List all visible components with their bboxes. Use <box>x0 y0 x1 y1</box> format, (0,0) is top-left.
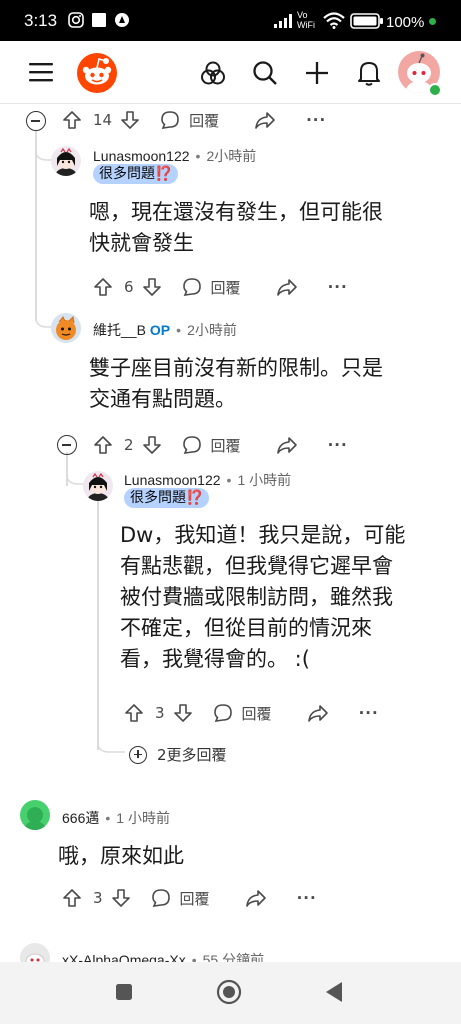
upvote-icon[interactable] <box>62 110 82 130</box>
notification-square-icon <box>92 13 106 27</box>
more-options-icon[interactable]: ··· <box>359 704 379 722</box>
comment-body: Dw，我知道！我只是說，可能 有點悲觀，但我覺得它遲早會 被付費牆或限制訪問，雖然我… <box>120 523 406 671</box>
share-icon[interactable] <box>276 435 298 455</box>
comment-header: 維托__B OP • 2小時前 <box>93 322 237 338</box>
more-replies-label: 2更多回覆 <box>157 746 227 764</box>
reply-icon[interactable] <box>151 888 171 908</box>
comment-action-bar: 3 回覆 ··· <box>62 883 317 913</box>
share-icon[interactable] <box>307 703 329 723</box>
system-navigation-bar <box>0 962 461 1024</box>
notifications-icon[interactable] <box>356 59 382 87</box>
back-icon[interactable] <box>324 981 344 1003</box>
username[interactable]: xX-AlphaOmega-Xx <box>62 952 186 962</box>
downvote-icon[interactable] <box>120 110 140 130</box>
app-bar <box>0 41 461 104</box>
collapse-thread-button[interactable] <box>57 435 77 455</box>
vote-count: 6 <box>124 278 134 296</box>
user-avatar[interactable] <box>83 471 113 501</box>
more-replies-link[interactable]: 2更多回覆 <box>129 744 227 765</box>
comment-header: Lunasmoon122 • 1 小時前 <box>124 472 292 488</box>
share-icon[interactable] <box>245 888 267 908</box>
thread-line <box>97 500 99 750</box>
downvote-icon[interactable] <box>142 277 162 297</box>
comment-body: 雙子座目前沒有新的限制。只是 交通有點問題。 <box>89 356 383 411</box>
more-options-icon[interactable]: ··· <box>306 111 326 129</box>
thread-branch <box>97 732 125 753</box>
status-time: 3:13 <box>24 11 58 30</box>
reply-icon[interactable] <box>213 703 233 723</box>
status-bar: 3:13 Vo WiFi 100% <box>0 0 461 41</box>
comment-action-bar: 2 回覆 ··· <box>93 430 348 460</box>
vowifi-label: Vo WiFi <box>297 10 315 30</box>
downvote-icon[interactable] <box>173 703 193 723</box>
home-icon[interactable] <box>216 979 242 1005</box>
share-icon[interactable] <box>276 277 298 297</box>
user-avatar[interactable] <box>51 146 81 176</box>
collapse-thread-button[interactable] <box>26 111 46 131</box>
recents-icon[interactable] <box>115 983 133 1001</box>
reddit-logo[interactable] <box>76 51 120 95</box>
battery-percent: 100% <box>386 14 425 31</box>
user-avatar[interactable] <box>20 800 50 830</box>
user-avatar[interactable] <box>51 313 81 343</box>
more-options-icon[interactable]: ··· <box>328 278 348 296</box>
comment-header: Lunasmoon122 • 2小時前 <box>93 148 257 164</box>
comment-body: 哦，原來如此 <box>58 844 184 868</box>
more-options-icon[interactable]: ··· <box>297 889 317 907</box>
wifi-icon <box>323 12 345 29</box>
instagram-icon <box>68 12 84 28</box>
comment-body: 嗯，現在還沒有發生，但可能很 快就會發生 <box>89 200 383 255</box>
upvote-icon[interactable] <box>62 888 82 908</box>
username[interactable]: 666邁 <box>62 810 99 826</box>
reply-icon[interactable] <box>182 435 202 455</box>
timestamp: 1 小時前 <box>237 472 292 488</box>
cellular-signal-icon <box>274 14 292 28</box>
comment-header: xX-AlphaOmega-Xx • 55 分鐘前 <box>62 950 264 962</box>
timestamp: 2小時前 <box>206 148 257 164</box>
comment-action-bar: 14 回覆 ··· <box>62 105 326 135</box>
battery-icon <box>350 13 383 29</box>
more-options-icon[interactable]: ··· <box>328 436 348 454</box>
comment-header: 666邁 • 1 小時前 <box>62 810 170 826</box>
user-flair: 很多問題⁉️ <box>124 488 210 508</box>
comment-action-bar: 3 回覆 ··· <box>124 698 379 728</box>
search-icon[interactable] <box>252 60 278 86</box>
timestamp: 1 小時前 <box>116 810 170 826</box>
upvote-icon[interactable] <box>93 435 113 455</box>
comment-action-bar: 6 回覆 ··· <box>93 272 348 302</box>
username[interactable]: Lunasmoon122 <box>124 472 221 488</box>
op-badge: OP <box>149 322 171 338</box>
reply-button[interactable]: 回覆 <box>211 435 241 456</box>
app-notification-icon <box>115 13 129 27</box>
online-indicator <box>428 83 442 97</box>
vote-count: 14 <box>93 111 113 129</box>
reply-icon[interactable] <box>160 110 180 130</box>
user-avatar[interactable] <box>20 943 50 962</box>
timestamp: 55 分鐘前 <box>202 952 265 962</box>
upvote-icon[interactable] <box>93 277 113 297</box>
create-icon[interactable] <box>304 60 330 86</box>
vote-count: 2 <box>124 436 134 454</box>
reply-button[interactable]: 回覆 <box>211 277 241 298</box>
menu-icon[interactable] <box>28 61 54 83</box>
username[interactable]: 維托__B <box>93 322 146 338</box>
vote-count: 3 <box>93 889 103 907</box>
username[interactable]: Lunasmoon122 <box>93 148 190 164</box>
communities-icon[interactable] <box>200 60 226 86</box>
reply-icon[interactable] <box>182 277 202 297</box>
user-flair: 很多問題⁉️ <box>93 164 179 184</box>
reply-button[interactable]: 回覆 <box>180 888 210 909</box>
partial-comment: xX-AlphaOmega-Xx • 55 分鐘前 <box>0 940 461 962</box>
reply-button[interactable]: 回覆 <box>189 110 219 131</box>
downvote-icon[interactable] <box>142 435 162 455</box>
upvote-icon[interactable] <box>124 703 144 723</box>
timestamp: 2小時前 <box>187 322 237 338</box>
active-dot <box>429 18 436 25</box>
share-icon[interactable] <box>254 110 276 130</box>
reply-button[interactable]: 回覆 <box>242 703 272 724</box>
downvote-icon[interactable] <box>111 888 131 908</box>
expand-icon <box>129 745 147 764</box>
vote-count: 3 <box>155 704 165 722</box>
